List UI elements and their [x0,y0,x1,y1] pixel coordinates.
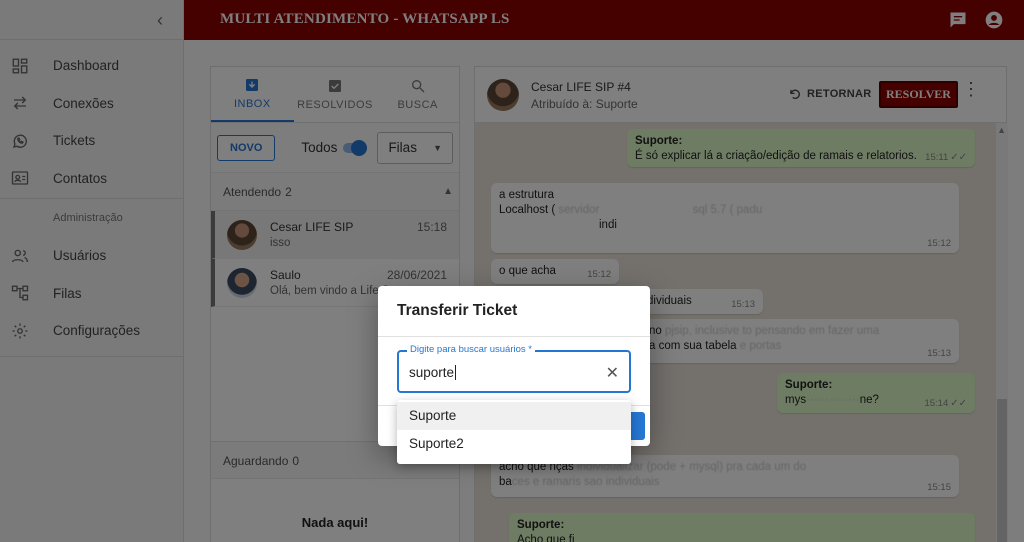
user-option[interactable]: Suporte [397,402,631,430]
user-option[interactable]: Suporte2 [397,430,631,458]
dialog-divider [378,336,650,337]
dialog-title: Transferir Ticket [397,302,518,319]
clear-icon[interactable]: ✕ [606,363,619,383]
user-search-value[interactable]: suporte [409,365,457,380]
user-search-input[interactable]: Digite para buscar usuários * suporte ✕ [397,344,631,393]
user-search-label: Digite para buscar usuários * [407,344,535,355]
transfer-confirm-button[interactable] [631,412,645,440]
user-suggestions-list: Suporte Suporte2 [397,400,631,464]
